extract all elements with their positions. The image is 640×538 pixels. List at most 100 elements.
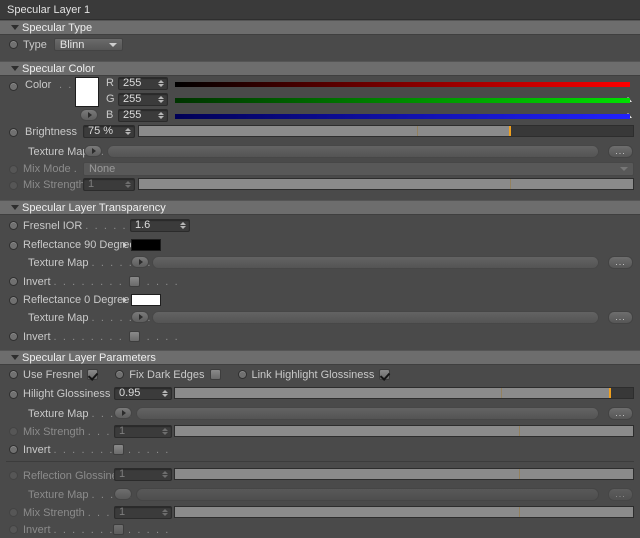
hilight-invert-checkbox[interactable] — [113, 444, 124, 455]
param-dot-reflection-glossiness[interactable] — [9, 471, 18, 480]
collapse-triangle-icon[interactable] — [11, 25, 19, 30]
reflection-mix-strength-field[interactable]: 1 — [114, 506, 172, 519]
fresnel-ior-stepper[interactable] — [178, 222, 187, 229]
hilight-mix-strength-stepper[interactable] — [160, 428, 169, 435]
reflectance-90-expand-triangle-icon[interactable] — [123, 242, 127, 248]
reflectance-90-texture-map-button[interactable] — [131, 256, 149, 268]
reflectance-90-invert-checkbox[interactable] — [129, 276, 140, 287]
color-mix-strength-slider[interactable] — [138, 178, 634, 190]
channel-r-field[interactable]: 255 — [118, 77, 168, 90]
color-texture-link-button[interactable] — [80, 109, 98, 121]
row-reflection-glossiness: Reflection Glossiness 1 — [0, 466, 640, 485]
reflectance-0-swatch[interactable] — [131, 294, 161, 306]
hilight-texture-map-button[interactable] — [114, 407, 132, 419]
reflection-mix-strength-slider[interactable] — [174, 506, 634, 518]
label-color: Color — [25, 79, 52, 91]
channel-g-field[interactable]: 255 — [118, 93, 168, 106]
reflectance-0-invert-checkbox[interactable] — [129, 331, 140, 342]
reflectance-90-texture-map-field[interactable] — [152, 256, 599, 269]
channel-g-knob[interactable] — [624, 101, 633, 118]
reflection-glossiness-field[interactable]: 1 — [114, 468, 172, 481]
param-dot-link-highlight-glossiness[interactable] — [237, 370, 247, 379]
label-hilight-mix-strength: Mix Strength — [23, 425, 85, 438]
label-type: Type — [23, 38, 47, 51]
row-color-mix-strength: Mix Strength 1 — [0, 177, 640, 193]
channel-b-gradient-slider[interactable] — [175, 114, 632, 134]
param-dot-hilight-glossiness[interactable] — [9, 389, 18, 399]
hilight-glossiness-stepper[interactable] — [160, 390, 169, 397]
label-reflection-mix-strength: Mix Strength — [23, 506, 85, 519]
reflectance-0-texture-map-field[interactable] — [152, 311, 599, 324]
param-dot-use-fresnel[interactable] — [9, 370, 18, 379]
hilight-mix-strength-slider[interactable] — [174, 425, 634, 437]
reflection-mix-strength-stepper[interactable] — [160, 509, 169, 516]
hilight-texture-map-browse-button[interactable]: ... — [608, 407, 633, 420]
param-dot-color[interactable] — [9, 82, 18, 91]
param-dot-fresnel-ior[interactable] — [9, 221, 18, 230]
reflection-mix-strength-value: 1 — [119, 506, 126, 518]
type-dropdown[interactable]: Blinn — [53, 38, 123, 51]
reflection-texture-map-field[interactable] — [136, 488, 599, 501]
channel-r-stepper[interactable] — [156, 80, 165, 87]
collapse-triangle-icon[interactable] — [11, 66, 19, 71]
section-header-specular-type[interactable]: Specular Type — [0, 20, 640, 35]
fresnel-ior-value: 1.6 — [135, 219, 151, 231]
param-dot-hilight-invert[interactable] — [9, 445, 18, 454]
hilight-mix-strength-field[interactable]: 1 — [114, 425, 172, 438]
row-fresnel-ior: Fresnel IOR . . . . . . . . . . . . 1.6 — [0, 215, 640, 236]
hilight-glossiness-field[interactable]: 0.95 — [114, 387, 172, 400]
reflectance-0-browse-button[interactable]: ... — [608, 311, 633, 324]
param-dot-reflection-mix-strength[interactable] — [9, 508, 18, 517]
reflectance-0-expand-triangle-icon[interactable] — [123, 297, 127, 303]
hilight-glossiness-slider[interactable] — [174, 387, 634, 399]
collapse-triangle-icon[interactable] — [11, 205, 19, 210]
section-header-specular-layer-parameters[interactable]: Specular Layer Parameters — [0, 350, 640, 365]
channel-g-gradient-slider[interactable] — [175, 98, 632, 118]
reflection-texture-map-browse-button[interactable]: ... — [608, 488, 633, 501]
row-type: Type Blinn — [0, 35, 640, 54]
color-texture-map-button[interactable] — [84, 145, 102, 157]
reflection-glossiness-stepper[interactable] — [160, 471, 169, 478]
reflection-glossiness-slider[interactable] — [174, 468, 634, 480]
reflectance-90-browse-button[interactable]: ... — [608, 256, 633, 269]
mix-mode-dropdown[interactable]: None — [83, 162, 634, 176]
color-mix-strength-field[interactable]: 1 — [83, 178, 135, 191]
channel-r-gradient-slider[interactable] — [175, 82, 632, 102]
collapse-triangle-icon[interactable] — [11, 355, 19, 360]
param-dot-type[interactable] — [9, 40, 18, 49]
color-swatch[interactable] — [75, 77, 99, 107]
channel-g-stepper[interactable] — [156, 96, 165, 103]
reflection-texture-map-button[interactable] — [114, 488, 132, 500]
fix-dark-edges-checkbox[interactable] — [209, 369, 221, 380]
param-dot-reflectance-0[interactable] — [9, 295, 18, 305]
use-fresnel-checkbox[interactable] — [87, 369, 99, 380]
section-header-specular-color[interactable]: Specular Color — [0, 61, 640, 76]
color-texture-map-browse-button[interactable]: ... — [608, 145, 633, 158]
param-dot-reflectance-0-invert[interactable] — [9, 332, 18, 341]
param-dot-color-mix-strength[interactable] — [9, 180, 18, 190]
channel-b-stepper[interactable] — [156, 112, 165, 119]
hilight-texture-map-field[interactable] — [136, 407, 599, 420]
brightness-slider[interactable] — [138, 125, 634, 137]
section-header-specular-layer-transparency[interactable]: Specular Layer Transparency — [0, 200, 640, 215]
param-dot-fix-dark-edges[interactable] — [115, 370, 125, 379]
channel-r-knob[interactable] — [624, 85, 633, 102]
section-title-specular-type: Specular Type — [22, 21, 93, 34]
brightness-field[interactable]: 75 % — [83, 125, 135, 138]
color-mix-strength-stepper[interactable] — [123, 181, 132, 188]
mix-mode-value: None — [89, 163, 116, 175]
param-dot-hilight-mix-strength[interactable] — [9, 427, 18, 436]
param-dot-reflectance-90[interactable] — [9, 240, 18, 250]
reflectance-0-texture-map-button[interactable] — [131, 311, 149, 323]
channel-b-field[interactable]: 255 — [118, 109, 168, 122]
fresnel-ior-field[interactable]: 1.6 — [130, 219, 190, 232]
param-dot-reflectance-90-invert[interactable] — [9, 277, 18, 286]
brightness-stepper[interactable] — [123, 128, 132, 135]
browse-label: ... — [615, 146, 626, 156]
color-texture-map-field[interactable] — [107, 145, 599, 158]
param-dot-mix-mode[interactable] — [9, 164, 18, 174]
reflectance-90-swatch[interactable] — [131, 239, 161, 251]
param-dot-brightness[interactable] — [9, 128, 18, 137]
link-highlight-glossiness-checkbox[interactable] — [379, 369, 391, 380]
